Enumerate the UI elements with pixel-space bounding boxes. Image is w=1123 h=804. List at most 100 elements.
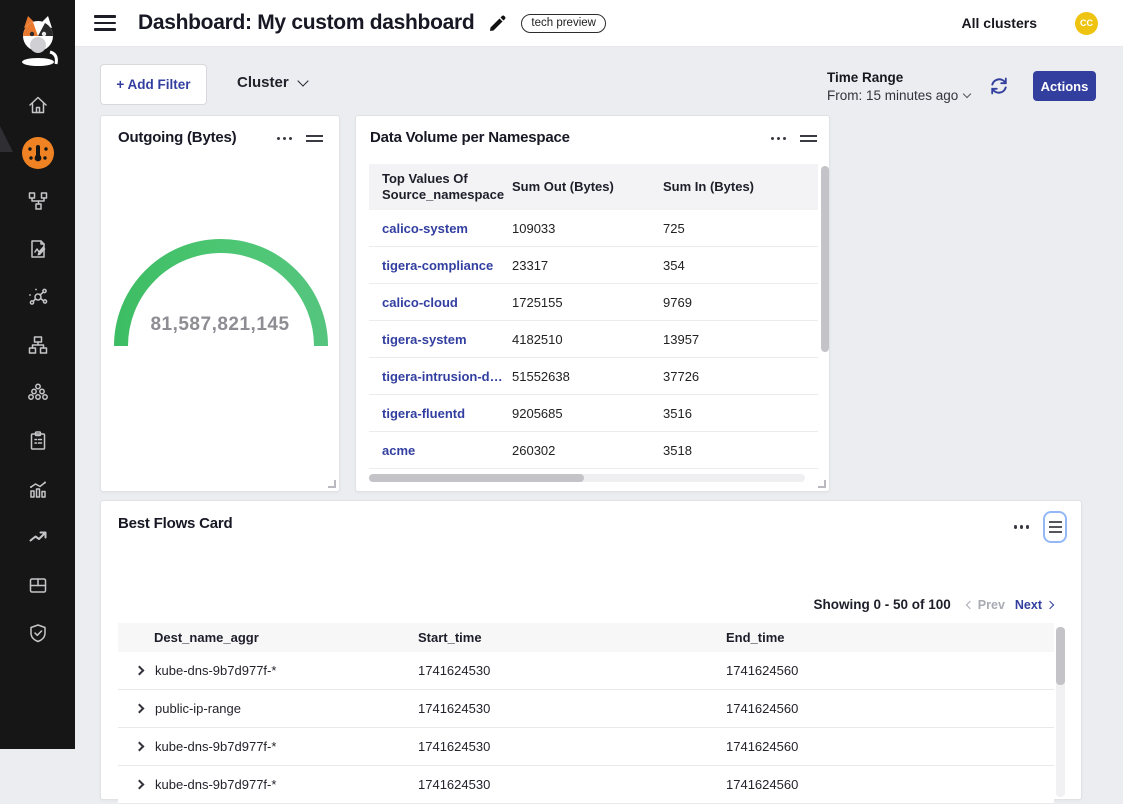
table-row: tigera-compliance 23317 354 bbox=[369, 247, 818, 284]
column-header: Sum Out (Bytes) bbox=[512, 179, 663, 195]
drag-handle-icon[interactable] bbox=[800, 131, 817, 146]
vertical-scrollbar[interactable] bbox=[821, 166, 829, 464]
workloads-icon bbox=[27, 382, 49, 404]
table-row: tigera-system 4182510 13957 bbox=[369, 321, 818, 358]
sidebar bbox=[0, 0, 75, 749]
more-icon[interactable] bbox=[1014, 521, 1029, 532]
sidebar-item-inventory[interactable] bbox=[0, 567, 75, 603]
namespace-link[interactable]: tigera-fluentd bbox=[369, 406, 512, 421]
cluster-filter-dropdown[interactable]: Cluster bbox=[237, 74, 307, 91]
sidebar-item-trends[interactable] bbox=[0, 519, 75, 555]
start-time: 1741624530 bbox=[418, 739, 726, 754]
horizontal-scrollbar[interactable] bbox=[369, 474, 805, 482]
actions-button[interactable]: Actions bbox=[1033, 71, 1096, 101]
dest-name: public-ip-range bbox=[155, 701, 241, 716]
namespace-link[interactable]: tigera-intrusion-d… bbox=[369, 369, 512, 384]
sidebar-item-home[interactable] bbox=[0, 87, 75, 123]
namespace-link[interactable]: tigera-system bbox=[369, 332, 512, 347]
column-header: Dest_name_aggr bbox=[118, 630, 418, 645]
chevron-right-icon bbox=[1046, 600, 1054, 608]
column-header: Top Values Of Source_namespace bbox=[369, 171, 512, 202]
expand-chevron-icon[interactable] bbox=[135, 742, 145, 752]
service-graph-icon bbox=[27, 190, 49, 212]
add-filter-button[interactable]: + Add Filter bbox=[100, 64, 207, 105]
table-row: kube-dns-9b7d977f-* 1741624530 174162456… bbox=[118, 652, 1054, 690]
sidebar-item-network[interactable] bbox=[0, 279, 75, 315]
pagination: Showing 0 - 50 of 100 Prev Next bbox=[814, 597, 1053, 612]
sum-out-value: 9205685 bbox=[512, 406, 663, 421]
start-time: 1741624530 bbox=[418, 777, 726, 792]
prev-button[interactable]: Prev bbox=[967, 598, 1005, 612]
sitemap-icon bbox=[27, 334, 49, 356]
end-time: 1741624560 bbox=[726, 739, 1026, 754]
time-range: Time Range From: 15 minutes ago bbox=[827, 70, 970, 103]
menu-icon[interactable] bbox=[94, 11, 116, 34]
expand-chevron-icon[interactable] bbox=[135, 780, 145, 790]
table-row: tigera-fluentd 9205685 3516 bbox=[369, 395, 818, 432]
best-flows-card: Best Flows Card Showing 0 - 50 of 100 Pr… bbox=[100, 500, 1082, 800]
sum-out-value: 109033 bbox=[512, 221, 663, 236]
namespace-table: Top Values Of Source_namespace Sum Out (… bbox=[369, 164, 818, 469]
sidebar-item-service-graph[interactable] bbox=[0, 183, 75, 219]
sum-in-value: 725 bbox=[663, 221, 793, 236]
start-time: 1741624530 bbox=[418, 701, 726, 716]
expand-chevron-icon[interactable] bbox=[135, 666, 145, 676]
namespace-link[interactable]: tigera-compliance bbox=[369, 258, 512, 273]
statistics-icon bbox=[27, 478, 49, 500]
table-row: calico-cloud 1725155 9769 bbox=[369, 284, 818, 321]
sidebar-item-compliance[interactable] bbox=[0, 423, 75, 459]
sum-in-value: 3518 bbox=[663, 443, 793, 458]
column-header: Start_time bbox=[418, 630, 726, 645]
sidebar-item-workloads[interactable] bbox=[0, 375, 75, 411]
chevron-down-icon bbox=[963, 90, 971, 98]
namespace-link[interactable]: calico-cloud bbox=[369, 295, 512, 310]
sum-out-value: 23317 bbox=[512, 258, 663, 273]
time-range-label: Time Range bbox=[827, 70, 970, 85]
calico-cat-logo[interactable] bbox=[14, 12, 62, 68]
resize-handle[interactable] bbox=[818, 480, 826, 488]
more-icon[interactable] bbox=[277, 133, 292, 144]
drag-handle-icon[interactable] bbox=[306, 131, 323, 146]
trends-icon bbox=[27, 526, 49, 548]
end-time: 1741624560 bbox=[726, 777, 1026, 792]
cluster-selector[interactable]: All clusters bbox=[962, 15, 1037, 31]
namespace-link[interactable]: acme bbox=[369, 443, 512, 458]
sum-in-value: 37726 bbox=[663, 369, 793, 384]
time-range-value-dropdown[interactable]: From: 15 minutes ago bbox=[827, 88, 970, 103]
table-row: calico-system 109033 725 bbox=[369, 210, 818, 247]
edit-pencil-icon[interactable] bbox=[488, 14, 507, 33]
flows-table: Dest_name_aggr Start_time End_time kube-… bbox=[118, 623, 1054, 804]
dest-name: kube-dns-9b7d977f-* bbox=[155, 663, 276, 678]
user-avatar[interactable]: CC bbox=[1075, 12, 1098, 35]
dashboard-icon bbox=[20, 135, 56, 171]
sidebar-item-dashboard[interactable] bbox=[0, 135, 75, 171]
top-header: Dashboard: My custom dashboard tech prev… bbox=[75, 0, 1123, 47]
dest-name: kube-dns-9b7d977f-* bbox=[155, 777, 276, 792]
start-time: 1741624530 bbox=[418, 663, 726, 678]
resize-handle[interactable] bbox=[328, 480, 336, 488]
sidebar-item-security[interactable] bbox=[0, 615, 75, 651]
refresh-icon[interactable] bbox=[988, 75, 1010, 97]
sum-out-value: 4182510 bbox=[512, 332, 663, 347]
sidebar-item-statistics[interactable] bbox=[0, 471, 75, 507]
sum-in-value: 3516 bbox=[663, 406, 793, 421]
sum-in-value: 9769 bbox=[663, 295, 793, 310]
end-time: 1741624560 bbox=[726, 663, 1026, 678]
more-icon[interactable] bbox=[771, 133, 786, 144]
dest-name: kube-dns-9b7d977f-* bbox=[155, 739, 276, 754]
tech-preview-badge: tech preview bbox=[521, 14, 606, 33]
sidebar-item-policies[interactable] bbox=[0, 231, 75, 267]
card-title: Best Flows Card bbox=[118, 515, 233, 532]
vertical-scrollbar[interactable] bbox=[1056, 627, 1065, 797]
card-title: Data Volume per Namespace bbox=[370, 129, 570, 146]
sidebar-item-sitemap[interactable] bbox=[0, 327, 75, 363]
cluster-filter-label: Cluster bbox=[237, 74, 289, 91]
expand-chevron-icon[interactable] bbox=[135, 704, 145, 714]
drag-handle-icon-focused[interactable] bbox=[1043, 511, 1067, 543]
next-button[interactable]: Next bbox=[1015, 598, 1053, 612]
table-header-row: Dest_name_aggr Start_time End_time bbox=[118, 623, 1054, 652]
namespace-link[interactable]: calico-system bbox=[369, 221, 512, 236]
gauge-value: 81,587,821,145 bbox=[101, 314, 339, 336]
end-time: 1741624560 bbox=[726, 701, 1026, 716]
sum-in-value: 13957 bbox=[663, 332, 793, 347]
